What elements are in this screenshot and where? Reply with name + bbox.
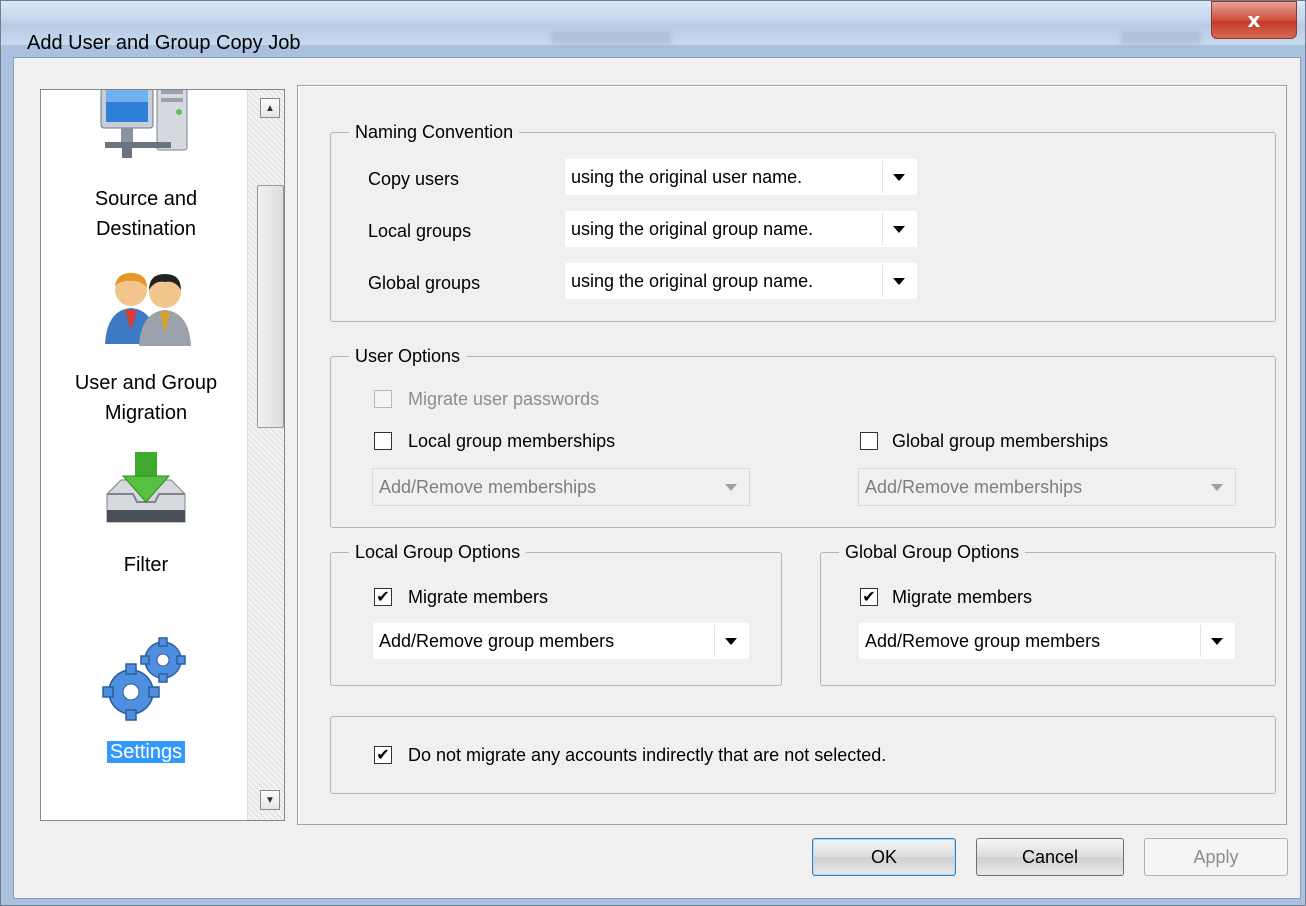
- settings-nav-list[interactable]: Source and Destination User and Group Mi…: [40, 89, 285, 821]
- apply-button[interactable]: Apply: [1144, 838, 1288, 876]
- chevron-down-icon[interactable]: [1200, 625, 1233, 657]
- ok-button[interactable]: OK: [812, 838, 956, 876]
- global-members-value: Add/Remove group members: [865, 631, 1101, 651]
- global-group-options-group: Global Group Options: [820, 542, 1276, 686]
- chevron-down-icon[interactable]: [882, 213, 915, 245]
- chevron-down-icon[interactable]: [882, 161, 915, 193]
- local-memberships-checkbox[interactable]: [374, 432, 392, 450]
- nav-settings-row: Settings: [41, 737, 251, 767]
- local-groups-value: using the original group name.: [571, 219, 814, 239]
- scroll-up-button[interactable]: ▲: [260, 98, 280, 118]
- global-group-options-legend: Global Group Options: [845, 542, 1020, 562]
- filter-tray-icon: [106, 452, 186, 523]
- nav-label-settings: Settings: [106, 741, 186, 763]
- cancel-button[interactable]: Cancel: [976, 838, 1124, 876]
- migrate-passwords-label: Migrate user passwords: [408, 389, 600, 409]
- local-group-options-legend: Local Group Options: [355, 542, 521, 562]
- users-icon: [105, 272, 191, 346]
- dialog-window: Add User and Group Copy Job x Source and…: [0, 0, 1306, 906]
- dialog-client-area: Source and Destination User and Group Mi…: [13, 57, 1301, 899]
- nav-scrollbar[interactable]: ▲ ▼: [247, 90, 284, 820]
- global-groups-value: using the original group name.: [571, 271, 814, 291]
- copy-users-value: using the original user name.: [571, 167, 803, 187]
- no-indirect-checkbox[interactable]: ✔: [374, 746, 392, 764]
- close-button[interactable]: x: [1211, 1, 1297, 39]
- global-memberships-checkbox[interactable]: [860, 432, 878, 450]
- local-members-value: Add/Remove group members: [379, 631, 615, 651]
- background-ghost-text: [1121, 31, 1201, 45]
- user-options-legend: User Options: [355, 346, 461, 366]
- nav-label-user-and-group: User and Group: [74, 372, 218, 394]
- global-groups-combo[interactable]: using the original group name.: [564, 262, 918, 300]
- global-memberships-value: Add/Remove memberships: [865, 477, 1083, 497]
- naming-convention-legend: Naming Convention: [355, 122, 514, 142]
- title-bar[interactable]: Add User and Group Copy Job x: [1, 1, 1305, 54]
- chevron-down-icon[interactable]: [1201, 471, 1233, 503]
- local-migrate-members-label: Migrate members: [408, 587, 549, 607]
- local-memberships-label: Local group memberships: [408, 431, 616, 451]
- global-memberships-combo[interactable]: Add/Remove memberships: [858, 468, 1236, 506]
- background-ghost-text: [551, 31, 671, 45]
- local-members-combo[interactable]: Add/Remove group members: [372, 622, 750, 660]
- close-icon: x: [1247, 8, 1261, 32]
- computer-icon: [100, 90, 188, 158]
- nav-label-filter: Filter: [123, 554, 169, 576]
- scroll-down-button[interactable]: ▼: [260, 790, 280, 810]
- chevron-down-icon[interactable]: [882, 265, 915, 297]
- no-indirect-label: Do not migrate any accounts indirectly t…: [408, 745, 887, 765]
- chevron-down-icon[interactable]: [715, 471, 747, 503]
- migrate-passwords-checkbox[interactable]: [374, 390, 392, 408]
- arrow-up-icon: ▲: [265, 102, 275, 114]
- global-migrate-members-label: Migrate members: [892, 587, 1033, 607]
- global-memberships-label: Global group memberships: [892, 431, 1109, 451]
- nav-label-source-and: Source and: [94, 188, 198, 210]
- local-groups-combo[interactable]: using the original group name.: [564, 210, 918, 248]
- global-groups-label: Global groups: [368, 273, 481, 293]
- arrow-down-icon: ▼: [265, 794, 275, 806]
- copy-users-combo[interactable]: using the original user name.: [564, 158, 918, 196]
- chevron-down-icon[interactable]: [714, 625, 747, 657]
- local-memberships-combo[interactable]: Add/Remove memberships: [372, 468, 750, 506]
- copy-users-label: Copy users: [368, 169, 460, 189]
- local-groups-label: Local groups: [368, 221, 472, 241]
- settings-panel: Naming Convention Copy users using the o…: [297, 85, 1287, 825]
- local-migrate-members-checkbox[interactable]: ✔: [374, 588, 392, 606]
- window-title: Add User and Group Copy Job: [27, 32, 301, 54]
- nav-label-destination: Destination: [95, 218, 197, 240]
- local-group-options-group: Local Group Options: [330, 542, 782, 686]
- global-members-combo[interactable]: Add/Remove group members: [858, 622, 1236, 660]
- local-memberships-value: Add/Remove memberships: [379, 477, 597, 497]
- gears-icon: [102, 637, 186, 721]
- global-migrate-members-checkbox[interactable]: ✔: [860, 588, 878, 606]
- nav-label-migration: Migration: [104, 402, 188, 424]
- scroll-thumb[interactable]: [257, 185, 284, 428]
